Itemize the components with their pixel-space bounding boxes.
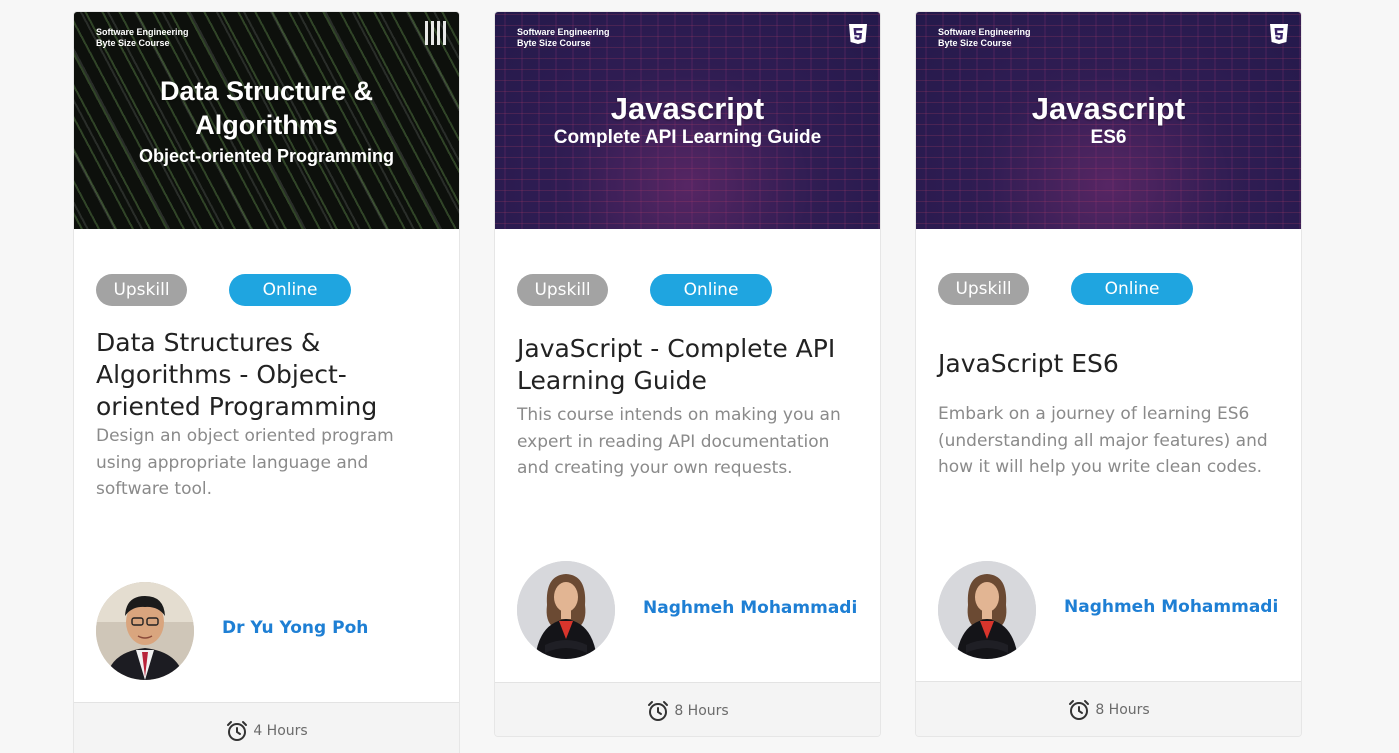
instructor-name[interactable]: Naghmeh Mohammadi bbox=[643, 598, 857, 618]
banner-title: Javascript bbox=[1031, 91, 1186, 126]
course-footer: 8 Hours bbox=[495, 682, 880, 736]
banner-title: Javascript bbox=[610, 91, 765, 126]
course-banner[interactable]: Software Engineering Byte Size Course Ja… bbox=[495, 12, 880, 229]
course-card[interactable]: Software Engineering Byte Size Course Ja… bbox=[494, 11, 881, 737]
course-duration: 4 Hours bbox=[253, 722, 308, 739]
banner-kicker: Software Engineering Byte Size Course bbox=[517, 27, 610, 48]
html5-icon bbox=[849, 24, 867, 44]
course-description: This course intends on making you an exp… bbox=[517, 405, 841, 478]
banner-subtitle: ES6 bbox=[1090, 127, 1127, 148]
instructor-photo bbox=[517, 561, 615, 659]
instructor-avatar[interactable] bbox=[938, 561, 1036, 659]
alarm-clock-icon bbox=[648, 700, 669, 721]
course-card[interactable]: Software Engineering Byte Size Course Ja… bbox=[915, 11, 1302, 737]
course-title[interactable]: JavaScript ES6 bbox=[938, 348, 1278, 380]
course-footer: 8 Hours bbox=[916, 681, 1301, 736]
instructor-name[interactable]: Dr Yu Yong Poh bbox=[222, 618, 368, 638]
banner-kicker: Software Engineering Byte Size Course bbox=[96, 27, 189, 48]
banner-kicker: Software Engineering Byte Size Course bbox=[938, 27, 1031, 48]
qr-code-icon bbox=[425, 21, 449, 45]
upskill-badge: Upskill bbox=[517, 274, 608, 306]
course-title[interactable]: JavaScript - Complete API Learning Guide bbox=[517, 333, 857, 397]
banner-title: Data Structure & Algorithms bbox=[159, 76, 374, 140]
upskill-badge: Upskill bbox=[938, 273, 1029, 305]
instructor-avatar[interactable] bbox=[96, 582, 194, 680]
course-footer: 4 Hours bbox=[74, 702, 459, 753]
course-duration: 8 Hours bbox=[1095, 701, 1150, 718]
course-description: Design an object oriented program using … bbox=[96, 426, 394, 499]
course-card[interactable]: Software Engineering Byte Size Course Da… bbox=[73, 11, 460, 753]
online-badge: Online bbox=[229, 274, 351, 306]
instructor-name[interactable]: Naghmeh Mohammadi bbox=[1064, 597, 1278, 617]
online-badge: Online bbox=[650, 274, 772, 306]
alarm-clock-icon bbox=[1069, 699, 1090, 720]
instructor-photo bbox=[938, 561, 1036, 659]
upskill-badge: Upskill bbox=[96, 274, 187, 306]
alarm-clock-icon bbox=[227, 720, 248, 741]
html5-icon bbox=[1270, 24, 1288, 44]
course-duration: 8 Hours bbox=[674, 702, 729, 719]
instructor-photo bbox=[96, 582, 194, 680]
course-description: Embark on a journey of learning ES6 (und… bbox=[938, 404, 1268, 477]
course-banner[interactable]: Software Engineering Byte Size Course Da… bbox=[74, 12, 459, 229]
online-badge: Online bbox=[1071, 273, 1193, 305]
course-banner[interactable]: Software Engineering Byte Size Course Ja… bbox=[916, 12, 1301, 229]
course-title[interactable]: Data Structures & Algorithms - Object-or… bbox=[96, 327, 436, 423]
banner-subtitle: Object-oriented Programming bbox=[138, 146, 395, 166]
instructor-avatar[interactable] bbox=[517, 561, 615, 659]
banner-subtitle: Complete API Learning Guide bbox=[553, 127, 822, 148]
